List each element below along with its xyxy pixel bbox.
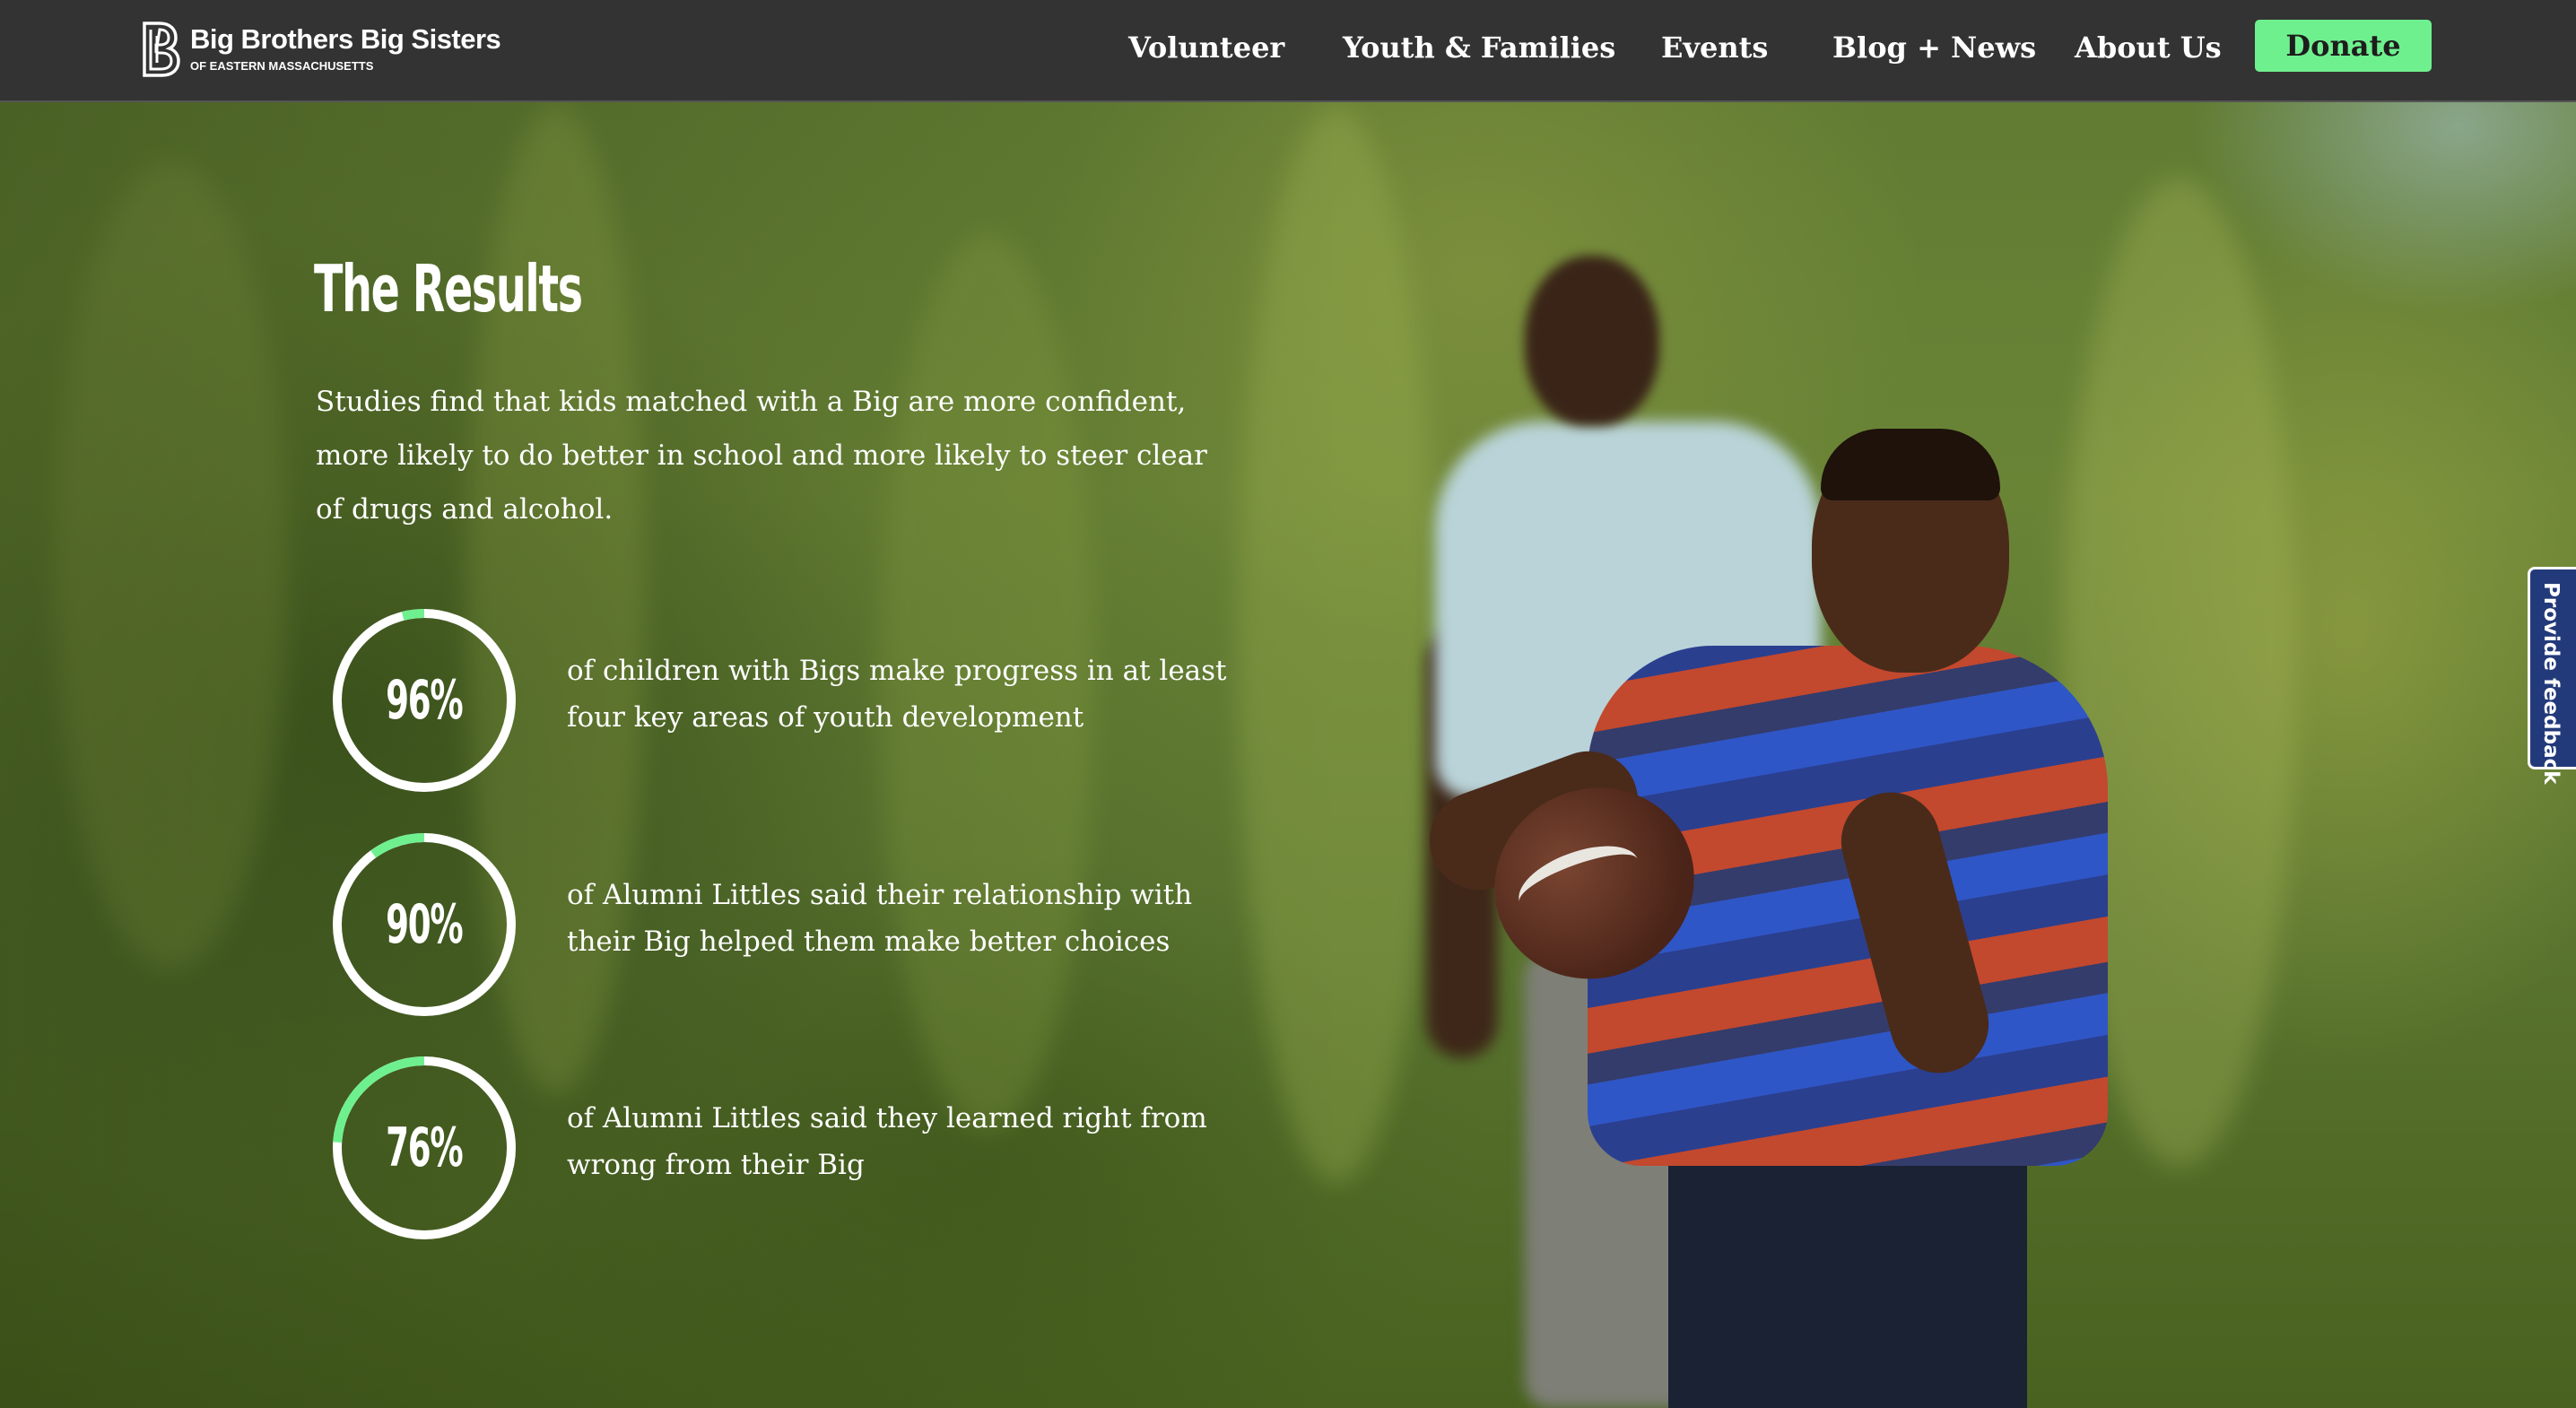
nav-events[interactable]: Events	[1661, 30, 1768, 65]
stat-value: 76%	[330, 1054, 518, 1242]
bbbs-logo-icon	[143, 22, 180, 77]
logo-name: Big Brothers Big Sisters	[190, 23, 501, 55]
stat-value-label: 96%	[386, 669, 464, 732]
donate-button[interactable]: Donate	[2255, 20, 2432, 72]
section-intro: Studies find that kids matched with a Bi…	[316, 386, 1207, 526]
stat-value-label: 90%	[386, 893, 464, 956]
stat-item: 96% of children with Bigs make progress …	[330, 606, 1227, 795]
adult-figure-head	[1525, 256, 1659, 426]
stat-description: of children with Bigs make progress in a…	[567, 655, 1227, 734]
site-header: Big Brothers Big Sisters OF EASTERN MASS…	[0, 0, 2576, 102]
stat-item: 90% of Alumni Littles said their relatio…	[330, 830, 1227, 1019]
stat-description: of Alumni Littles said they learned righ…	[567, 1102, 1207, 1181]
stat-value-label: 76%	[386, 1117, 464, 1179]
logo-subtitle: OF EASTERN MASSACHUSETTS	[190, 59, 374, 73]
provide-feedback-label: Provide feedback	[2539, 582, 2563, 785]
stat-value: 90%	[330, 830, 518, 1019]
stat-item: 76% of Alumni Littles said they learned …	[330, 1054, 1227, 1242]
child-figure-hair	[1821, 429, 2000, 500]
section-title: The Results	[314, 251, 583, 326]
nav-volunteer[interactable]: Volunteer	[1128, 30, 1284, 65]
nav-youth-families[interactable]: Youth & Families	[1343, 30, 1615, 65]
provide-feedback-tab[interactable]: Provide feedback	[2528, 567, 2576, 785]
site-logo[interactable]: Big Brothers Big Sisters OF EASTERN MASS…	[142, 22, 501, 79]
child-figure-jeans	[1668, 1130, 2027, 1408]
nav-about-us[interactable]: About Us	[2075, 30, 2222, 65]
stat-description: of Alumni Littles said their relationshi…	[567, 879, 1193, 958]
nav-blog-news[interactable]: Blog + News	[1832, 30, 2036, 65]
stat-value: 96%	[330, 606, 518, 795]
